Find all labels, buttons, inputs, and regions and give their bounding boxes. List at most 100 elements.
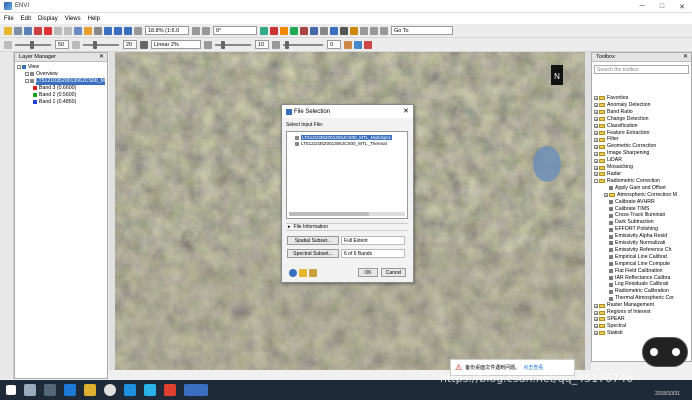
- annotation-icon[interactable]: [290, 26, 298, 35]
- toolbox-folder[interactable]: + Radar: [594, 171, 689, 178]
- search-icon[interactable]: [24, 384, 36, 396]
- redo-icon[interactable]: [64, 26, 72, 35]
- contrast-field[interactable]: 20: [123, 40, 137, 49]
- expand-icon[interactable]: +: [594, 96, 598, 101]
- toolbox-folder[interactable]: + Geometric Correction: [594, 143, 689, 150]
- file-list-scrollbar[interactable]: [289, 212, 405, 216]
- chrome-icon[interactable]: [104, 384, 116, 396]
- toolbox-folder[interactable]: + LiDAR: [594, 157, 689, 164]
- fixed-zoom-icon[interactable]: [124, 26, 132, 35]
- measure-icon[interactable]: [320, 26, 328, 35]
- help-icon[interactable]: [289, 269, 297, 277]
- notification-link[interactable]: 点击查看: [523, 364, 543, 371]
- layer-tree-item[interactable]: Band 1 (0.4850): [17, 99, 105, 106]
- expand-icon[interactable]: +: [594, 151, 598, 156]
- toolbox-tool[interactable]: Emissivity Normalizati: [594, 240, 689, 247]
- sharpen-slider[interactable]: [215, 40, 251, 49]
- goto-field[interactable]: Go To: [391, 26, 453, 35]
- stretch-icon[interactable]: [140, 40, 148, 49]
- zoom-field[interactable]: 18.8% (1:6.0: [145, 26, 189, 35]
- chart-icon[interactable]: [354, 40, 362, 49]
- brightness-slider[interactable]: [15, 40, 51, 49]
- transparency-field[interactable]: 0: [327, 40, 341, 49]
- rotate-left-icon[interactable]: [192, 26, 200, 35]
- open-icon[interactable]: [4, 26, 12, 35]
- roi-icon[interactable]: [330, 26, 338, 35]
- expand-icon[interactable]: +: [594, 130, 598, 135]
- envi-task-icon[interactable]: [184, 384, 208, 396]
- toolbox-folder[interactable]: + Filter: [594, 136, 689, 143]
- expand-icon[interactable]: -: [594, 179, 598, 184]
- app-icon[interactable]: [164, 384, 176, 396]
- toolbox-folder[interactable]: + Image Sharpening: [594, 150, 689, 157]
- zoom-in-icon[interactable]: [104, 26, 112, 35]
- grid-icon[interactable]: [260, 26, 268, 35]
- expand-icon[interactable]: +: [594, 158, 598, 163]
- start-icon[interactable]: [6, 385, 16, 395]
- portal-icon[interactable]: [364, 40, 372, 49]
- toolbox-folder[interactable]: + Classification: [594, 123, 689, 130]
- task-view-icon[interactable]: [44, 384, 56, 396]
- menu-views[interactable]: Views: [65, 16, 81, 22]
- menu-file[interactable]: File: [4, 16, 14, 22]
- spatial-subset-button[interactable]: Spatial Subset...: [287, 236, 339, 245]
- undo-icon[interactable]: [54, 26, 62, 35]
- expand-icon[interactable]: +: [594, 144, 598, 149]
- toolbox-tool[interactable]: Calibrate TIMS: [594, 206, 689, 213]
- polygon-icon[interactable]: [310, 26, 318, 35]
- toolbox-tool[interactable]: Dark Subtraction: [594, 219, 689, 226]
- toolbox-tool[interactable]: Thermal Atmospheric Cor: [594, 295, 689, 302]
- histogram-icon[interactable]: [344, 40, 352, 49]
- rotate-icon[interactable]: [134, 26, 142, 35]
- toolbox-folder[interactable]: + Raster Management: [594, 302, 689, 309]
- expand-icon[interactable]: +: [594, 110, 598, 115]
- fly-icon[interactable]: [94, 26, 102, 35]
- toolbox-tool[interactable]: Radiometric Calibration: [594, 288, 689, 295]
- toolbox-tool[interactable]: Emissivity Reference Ch: [594, 247, 689, 254]
- toolbox-folder[interactable]: + SPEAR: [594, 316, 689, 323]
- open-menu-icon[interactable]: [309, 269, 317, 277]
- cursor-value-icon[interactable]: [44, 26, 52, 35]
- expand-icon[interactable]: +: [594, 103, 598, 108]
- close-icon[interactable]: ✕: [99, 53, 104, 60]
- ie-icon[interactable]: [124, 384, 136, 396]
- toolbox-folder[interactable]: + Change Detection: [594, 116, 689, 123]
- transparency-slider[interactable]: [283, 40, 323, 49]
- file-item[interactable]: LT51210352001306JCS00_MTL_Thermal: [295, 141, 405, 146]
- toolbox-folder[interactable]: + Favorites: [594, 95, 689, 102]
- toolbox-folder[interactable]: + Atmospheric Correction M: [594, 192, 689, 199]
- app-icon[interactable]: [144, 384, 156, 396]
- brightness-field[interactable]: 50: [55, 40, 69, 49]
- toolbox-folder[interactable]: + Statisti: [594, 330, 689, 337]
- cross-icon[interactable]: [360, 26, 368, 35]
- layer-tree-item[interactable]: - LT51210352001306JCS00_M: [17, 77, 105, 85]
- stretch-select[interactable]: Linear 2%: [151, 40, 201, 49]
- brightness-icon[interactable]: [4, 40, 12, 49]
- toolbox-tool[interactable]: Empirical Line Calibrat: [594, 254, 689, 261]
- expand-icon[interactable]: +: [594, 317, 598, 322]
- toolbox-folder[interactable]: - Radiometric Correction: [594, 178, 689, 185]
- ok-button[interactable]: OK: [358, 268, 378, 277]
- menu-display[interactable]: Display: [38, 16, 58, 22]
- close-icon[interactable]: ✕: [672, 0, 692, 13]
- floating-assistant[interactable]: [642, 337, 688, 367]
- explorer-icon[interactable]: [84, 384, 96, 396]
- layer-tree-item[interactable]: Band 2 (0.5600): [17, 92, 105, 99]
- expand-icon[interactable]: -: [25, 72, 29, 77]
- pin-icon[interactable]: [34, 26, 42, 35]
- expand-icon[interactable]: +: [594, 165, 598, 170]
- file-list[interactable]: LT51210352001306JCS00_MTL_MultiSpec LT51…: [286, 131, 408, 219]
- data-manager-icon[interactable]: [14, 26, 22, 35]
- toolbox-search-input[interactable]: Search the toolbox: [594, 65, 689, 74]
- expand-icon[interactable]: -: [25, 79, 29, 84]
- sharpen-icon[interactable]: [204, 40, 212, 49]
- pan-icon[interactable]: [84, 26, 92, 35]
- toolbox-tool[interactable]: Flat Field Calibration: [594, 268, 689, 275]
- toolbox-tool[interactable]: IAR Reflectance Calibra: [594, 275, 689, 282]
- cancel-button[interactable]: Cancel: [381, 268, 406, 277]
- toolbox-folder[interactable]: + Mosaicking: [594, 164, 689, 171]
- toolbox-tool[interactable]: Log Residuals Calibrati: [594, 281, 689, 288]
- menu-help[interactable]: Help: [88, 16, 100, 22]
- crosshair-icon[interactable]: [270, 26, 278, 35]
- expand-icon[interactable]: +: [594, 137, 598, 142]
